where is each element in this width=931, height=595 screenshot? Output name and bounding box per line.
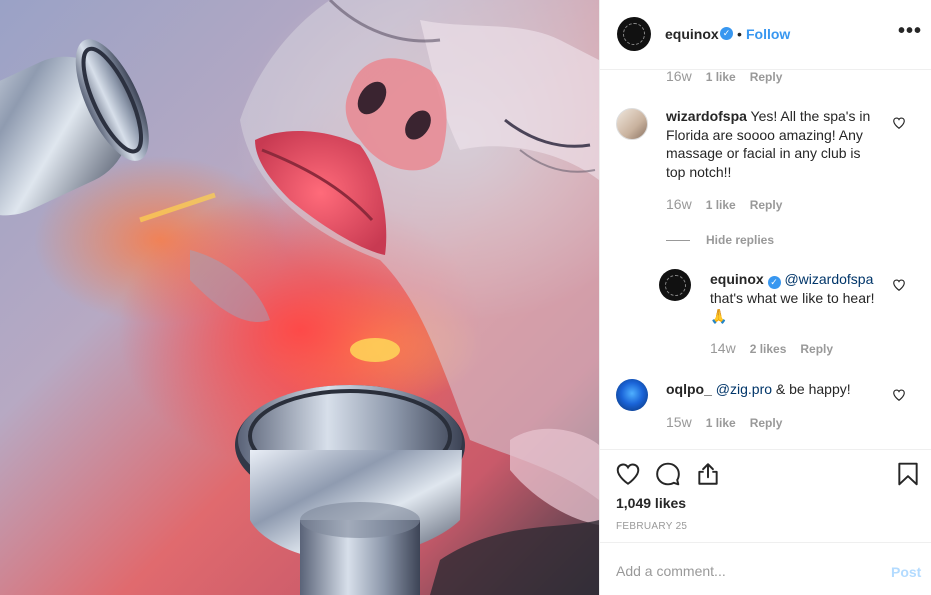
comment-input[interactable] (616, 561, 866, 581)
post-details-panel: equinox ✓ • Follow ••• 16w 1 like Reply … (599, 0, 931, 595)
post-photo[interactable] (0, 0, 599, 595)
comment-meta: 16w 1 like Reply (666, 196, 796, 212)
comment-time[interactable]: 16w (666, 71, 692, 84)
reply-button[interactable]: Reply (750, 71, 783, 84)
reply-button[interactable]: Reply (750, 198, 783, 212)
avatar[interactable] (616, 108, 648, 140)
reply-likes[interactable]: 2 likes (750, 342, 787, 356)
comment-username[interactable]: wizardofspa (666, 108, 747, 124)
post-date[interactable]: FEBRUARY 25 (616, 521, 687, 532)
bookmark-icon[interactable] (895, 461, 921, 487)
comment-time[interactable]: 16w (666, 196, 692, 212)
add-comment-bar: Post (600, 542, 931, 595)
comment-text: & be happy! (772, 381, 851, 397)
equinox-avatar[interactable] (617, 17, 651, 51)
photo-illustration (0, 0, 599, 595)
post-comment-button[interactable]: Post (891, 564, 921, 580)
reply-button[interactable]: Reply (750, 416, 783, 430)
comment-body: oqlpo_ @zig.pro & be happy! (666, 380, 881, 399)
hide-replies-label: Hide replies (706, 233, 775, 247)
hide-replies-button[interactable]: Hide replies (666, 233, 774, 247)
comment-likes[interactable]: 1 like (706, 71, 736, 84)
likes-count[interactable]: 1,049 likes (616, 495, 686, 511)
avatar[interactable] (659, 269, 691, 301)
avatar[interactable] (616, 379, 648, 411)
like-comment-heart-icon[interactable] (892, 388, 906, 402)
comment-meta: 15w 1 like Reply (666, 414, 796, 430)
more-options-icon[interactable]: ••• (898, 20, 922, 43)
reply-time[interactable]: 14w (710, 340, 736, 356)
share-icon[interactable] (695, 461, 721, 487)
separator-dot: • (737, 26, 742, 42)
reply-button[interactable]: Reply (800, 342, 833, 356)
post-author-username[interactable]: equinox (665, 26, 719, 42)
comment-mention-link[interactable]: @zig.pro (716, 381, 772, 397)
reply-text: that's what we like to hear! (710, 289, 875, 306)
like-comment-heart-icon[interactable] (892, 278, 906, 292)
verified-badge-icon: ✓ (720, 27, 733, 40)
hide-replies-line (666, 239, 690, 241)
reply-body: equinox ✓ @wizardofspa that's what we li… (710, 270, 885, 326)
reply-emoji: 🙏 (710, 308, 728, 325)
comment-username[interactable]: oqlpo_ (666, 381, 712, 397)
comment-meta: 16w 1 like Reply (666, 71, 796, 84)
comment-likes[interactable]: 1 like (706, 416, 736, 430)
heart-icon[interactable] (615, 461, 641, 487)
reply-meta: 14w 2 likes Reply (710, 340, 847, 356)
comment-likes[interactable]: 1 like (706, 198, 736, 212)
reply-mention-link[interactable]: @wizardofspa (784, 271, 873, 287)
comment-time[interactable]: 15w (666, 414, 692, 430)
reply-username[interactable]: equinox (710, 271, 764, 287)
comment-body: wizardofspa Yes! All the spa's in Florid… (666, 107, 881, 181)
verified-badge-icon: ✓ (767, 275, 781, 289)
comment-icon[interactable] (655, 461, 681, 487)
like-comment-heart-icon[interactable] (892, 116, 906, 130)
post-header: equinox ✓ • Follow ••• (600, 0, 931, 70)
follow-button[interactable]: Follow (746, 26, 790, 42)
comments-list[interactable]: 16w 1 like Reply wizardofspa Yes! All th… (600, 71, 931, 449)
